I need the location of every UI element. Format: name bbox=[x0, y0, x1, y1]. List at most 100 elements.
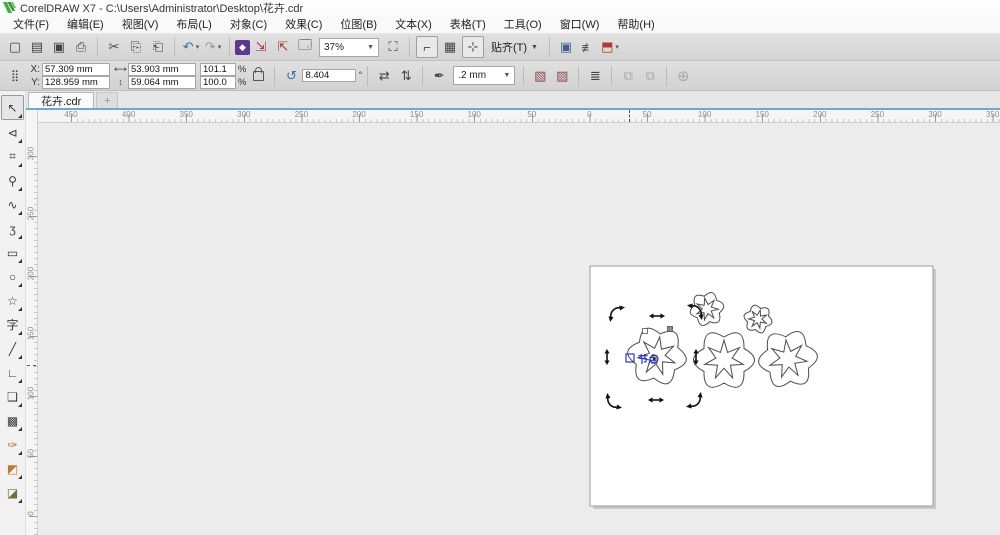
menu-item-4[interactable]: 布局(L) bbox=[167, 14, 220, 34]
crop-tool[interactable]: ⌗ bbox=[2, 145, 23, 168]
menu-item-8[interactable]: 文本(X) bbox=[386, 14, 441, 34]
publish-pdf-icon[interactable]: 🗔 bbox=[295, 37, 315, 57]
menu-item-11[interactable]: 窗口(W) bbox=[551, 14, 609, 34]
menu-item-9[interactable]: 表格(T) bbox=[441, 14, 495, 34]
copy-effect-icon[interactable]: ⧉ bbox=[640, 66, 660, 86]
cut-icon[interactable]: ✂ bbox=[104, 37, 124, 57]
new-document-icon[interactable]: ▢ bbox=[5, 37, 25, 57]
flyout-arrow-icon bbox=[18, 331, 22, 335]
horizontal-ruler[interactable]: 4504003503002502001501005005010015020025… bbox=[38, 110, 1000, 123]
scale-y-field[interactable] bbox=[200, 76, 236, 89]
color-eyedropper-tool[interactable]: ✑ bbox=[2, 433, 23, 456]
scale-x-field[interactable] bbox=[200, 63, 236, 76]
shape-tool[interactable]: ⊲ bbox=[2, 121, 23, 144]
snap-to-button[interactable]: 贴齐(T)▼ bbox=[485, 37, 544, 57]
smart-fill-tool[interactable]: ◪ bbox=[2, 481, 23, 504]
menu-item-1[interactable]: 文件(F) bbox=[4, 14, 58, 34]
menu-item-7[interactable]: 位图(B) bbox=[331, 14, 386, 34]
menu-item-12[interactable]: 帮助(H) bbox=[608, 14, 663, 34]
snap-settings-icon[interactable]: ⊹ bbox=[462, 36, 484, 58]
print-icon[interactable]: ⎙ bbox=[71, 37, 91, 57]
polygon-tool[interactable]: ☆ bbox=[2, 289, 23, 312]
percent-label: % bbox=[238, 64, 246, 75]
flyout-arrow-icon bbox=[18, 499, 22, 503]
text-tool[interactable]: 字 bbox=[2, 313, 23, 336]
rectangle-tool[interactable]: ▭ bbox=[2, 241, 23, 264]
copy-icon[interactable]: ⎘ bbox=[126, 37, 146, 57]
v-ruler-label: 50 bbox=[27, 447, 36, 461]
flyout-arrow-icon bbox=[18, 427, 22, 431]
object-properties-icon[interactable]: ▨ bbox=[552, 66, 572, 86]
pick-tool[interactable]: ↖ bbox=[1, 95, 24, 120]
copy-properties-icon[interactable]: ⧉ bbox=[618, 66, 638, 86]
fullscreen-preview-icon[interactable]: ⛶ bbox=[383, 37, 403, 57]
outline-width-select[interactable]: .2 mm▼ bbox=[453, 66, 515, 85]
connector-tool[interactable]: ∟ bbox=[2, 361, 23, 384]
menu-item-6[interactable]: 效果(C) bbox=[276, 14, 331, 34]
wrap-text-icon[interactable]: ≣ bbox=[585, 66, 605, 86]
x-label: X: bbox=[28, 64, 40, 75]
transparency-tool[interactable]: ▩ bbox=[2, 409, 23, 432]
show-rulers-icon[interactable]: ⌐ bbox=[416, 36, 438, 58]
mirror-horizontal-icon[interactable]: ⇄ bbox=[374, 66, 394, 86]
h-ruler-label: 300 bbox=[237, 110, 250, 119]
flyout-arrow-icon bbox=[18, 307, 22, 311]
menu-item-2[interactable]: 编辑(E) bbox=[58, 14, 113, 34]
drop-shadow-tool[interactable]: ❏ bbox=[2, 385, 23, 408]
x-position-field[interactable] bbox=[42, 63, 110, 76]
undo-icon[interactable]: ↶▾ bbox=[181, 37, 201, 57]
search-content-icon[interactable]: ◆ bbox=[235, 40, 250, 55]
ruler-origin-corner[interactable] bbox=[26, 110, 38, 124]
lock-ratio-icon[interactable] bbox=[253, 71, 264, 81]
paste-icon[interactable]: ⎗ bbox=[148, 37, 168, 57]
toolbar-separator bbox=[174, 37, 175, 57]
toolbar-separator bbox=[229, 37, 230, 57]
curve-node[interactable] bbox=[643, 329, 648, 334]
convert-outline-icon[interactable]: ▧ bbox=[530, 66, 550, 86]
v-ruler-label: 200 bbox=[27, 267, 36, 281]
dimension-tool[interactable]: ╱ bbox=[2, 337, 23, 360]
page[interactable] bbox=[590, 266, 933, 506]
flyout-arrow-icon bbox=[18, 379, 22, 383]
y-position-field[interactable] bbox=[42, 76, 110, 89]
h-ruler-label: 200 bbox=[813, 110, 826, 119]
show-grid-icon[interactable]: ▦ bbox=[440, 37, 460, 57]
menu-item-10[interactable]: 工具(O) bbox=[495, 14, 551, 34]
document-tab[interactable]: 花卉.cdr bbox=[28, 92, 94, 108]
object-height-field[interactable] bbox=[128, 76, 196, 89]
artistic-media-tool[interactable]: ʒ bbox=[2, 217, 23, 240]
open-icon[interactable]: ▤ bbox=[27, 37, 47, 57]
rotation-angle-field[interactable] bbox=[302, 69, 356, 82]
launcher-icon[interactable]: ⬒▾ bbox=[600, 37, 620, 57]
drawing-surface[interactable]: 节点 bbox=[38, 123, 1000, 535]
menu-item-3[interactable]: 视图(V) bbox=[113, 14, 168, 34]
object-width-field[interactable] bbox=[128, 63, 196, 76]
zoom-level-select[interactable]: 37%▼ bbox=[319, 38, 379, 57]
vertical-ruler[interactable]: 300250200150100500 bbox=[26, 123, 38, 535]
outline-width-value: .2 mm bbox=[458, 70, 486, 81]
customize-icon[interactable]: ≢ bbox=[578, 37, 598, 57]
v-ruler-cursor-mark bbox=[27, 365, 36, 366]
save-icon[interactable]: ▣ bbox=[49, 37, 69, 57]
export-icon[interactable]: ⇱ bbox=[273, 37, 293, 57]
standard-toolbar: ▢▤▣⎙✂⎘⎗↶▾↷▾◆⇲⇱🗔37%▼⛶⌐▦⊹贴齐(T)▼▣≢⬒▾ bbox=[0, 34, 1000, 61]
new-tab-button[interactable]: + bbox=[96, 92, 118, 108]
h-ruler-label: 450 bbox=[64, 110, 77, 119]
options-icon[interactable]: ▣ bbox=[556, 37, 576, 57]
freehand-tool[interactable]: ∿ bbox=[2, 193, 23, 216]
import-icon[interactable]: ⇲ bbox=[251, 37, 271, 57]
menu-bar: 文件(F)编辑(E)视图(V)布局(L)对象(C)效果(C)位图(B)文本(X)… bbox=[0, 15, 1000, 34]
zoom-tool[interactable]: ⚲ bbox=[2, 169, 23, 192]
redo-icon[interactable]: ↷▾ bbox=[203, 37, 223, 57]
object-position-icon: ⣿ bbox=[5, 66, 25, 86]
interactive-fill-tool[interactable]: ◩ bbox=[2, 457, 23, 480]
curve-node[interactable] bbox=[668, 327, 673, 332]
h-ruler-label: 50 bbox=[643, 110, 652, 119]
add-workspace-icon[interactable]: ⊕ bbox=[673, 66, 693, 86]
drawing-canvas[interactable]: 节点 bbox=[38, 123, 1000, 535]
menu-item-5[interactable]: 对象(C) bbox=[221, 14, 276, 34]
mirror-vertical-icon[interactable]: ⇅ bbox=[396, 66, 416, 86]
title-bar: CorelDRAW X7 - C:\Users\Administrator\De… bbox=[0, 0, 1000, 15]
snap-label: 贴齐(T) bbox=[491, 39, 527, 55]
ellipse-tool[interactable]: ○ bbox=[2, 265, 23, 288]
